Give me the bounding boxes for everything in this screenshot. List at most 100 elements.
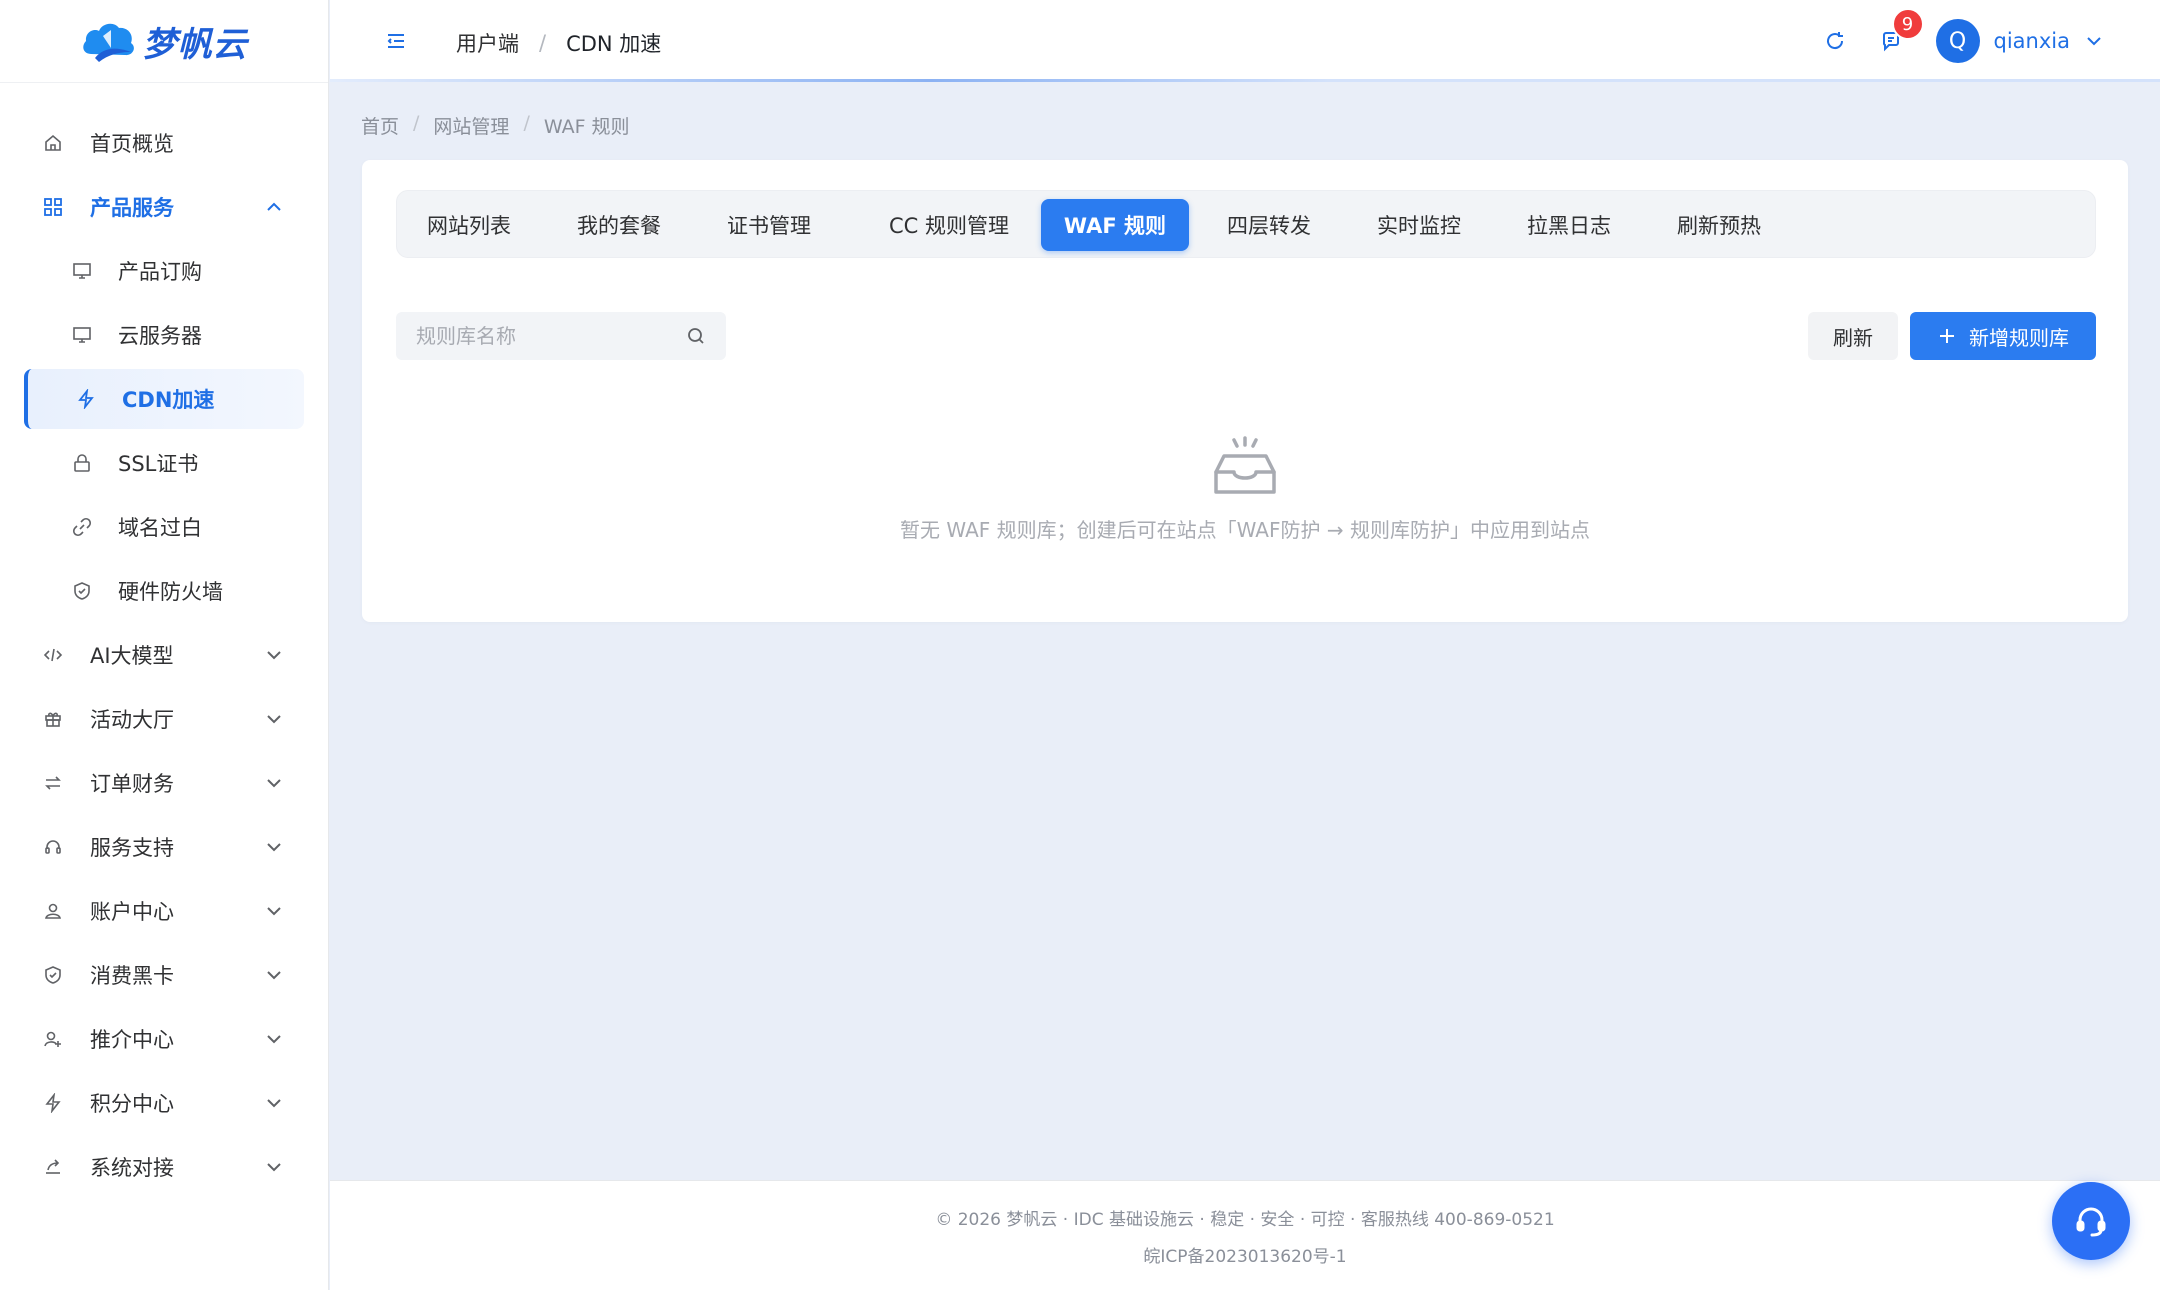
- sidebar: 梦帆云 首页概览 产品服务 产品订购 云服务器 CDN加速 SSL证书 域名过白…: [0, 0, 329, 1290]
- sidebar-item-label: 账户中心: [90, 900, 174, 924]
- header-breadcrumb: 用户端 / CDN 加速: [456, 28, 661, 58]
- chevron-down-icon: [267, 1035, 281, 1044]
- sidebar-item-firewall[interactable]: 硬件防火墙: [0, 559, 328, 623]
- tab-realtime-monitor[interactable]: 实时监控: [1365, 199, 1473, 251]
- bolt-icon: [76, 389, 96, 409]
- empty-state: 暂无 WAF 规则库；创建后可在站点「WAF防护 → 规则库防护」中应用到站点: [362, 436, 2128, 543]
- shield-icon: [42, 964, 64, 986]
- chevron-down-icon: [267, 907, 281, 916]
- search-icon[interactable]: [686, 326, 706, 346]
- footer-icp[interactable]: 皖ICP备2023013620号-1: [330, 1242, 2160, 1267]
- search-box: [396, 312, 726, 360]
- tab-site-list[interactable]: 网站列表: [415, 199, 523, 251]
- breadcrumb-item-site-management[interactable]: 网站管理: [433, 112, 509, 139]
- plus-icon: [1940, 329, 1954, 343]
- sidebar-item-cloud-server[interactable]: 云服务器: [0, 303, 328, 367]
- messages-button[interactable]: 9: [1878, 8, 1924, 54]
- sidebar-item-orders-finance[interactable]: 订单财务: [0, 751, 328, 815]
- monitor-icon: [72, 261, 92, 281]
- sidebar-item-label: 消费黑卡: [90, 964, 174, 988]
- tab-block-log[interactable]: 拉黑日志: [1515, 199, 1623, 251]
- sidebar-item-label: SSL证书: [118, 452, 199, 476]
- breadcrumb-separator: /: [413, 112, 420, 134]
- add-rule-library-label: 新增规则库: [1969, 325, 2069, 350]
- sidebar-item-label: 产品订购: [118, 260, 202, 284]
- sidebar-item-label: 域名过白: [118, 516, 202, 540]
- sidebar-item-ssl[interactable]: SSL证书: [0, 431, 328, 495]
- headset-icon: [2076, 1207, 2106, 1237]
- chevron-down-icon: [267, 651, 281, 660]
- page-breadcrumb: 首页 / 网站管理 / WAF 规则: [361, 112, 630, 139]
- share-icon: [42, 1156, 64, 1178]
- cloud-logo-icon: [82, 23, 134, 62]
- brand-name: 梦帆云: [142, 24, 248, 65]
- menu-collapse-icon[interactable]: [384, 29, 408, 53]
- content-card: 网站列表 我的套餐 证书管理 CC 规则管理 WAF 规则 四层转发 实时监控 …: [362, 160, 2128, 622]
- sidebar-item-label: 产品服务: [90, 196, 174, 220]
- sidebar-item-label: 积分中心: [90, 1092, 174, 1116]
- brand-logo[interactable]: 梦帆云: [0, 0, 328, 83]
- breadcrumb-separator: /: [523, 112, 530, 134]
- user-menu[interactable]: Q qianxia: [1935, 19, 2104, 63]
- sidebar-item-account[interactable]: 账户中心: [0, 879, 328, 943]
- refresh-button[interactable]: [1822, 28, 1848, 54]
- chevron-down-icon: [267, 971, 281, 980]
- chevron-down-icon: [267, 779, 281, 788]
- link-icon: [72, 517, 92, 537]
- code-icon: [42, 644, 64, 666]
- sidebar-item-cdn[interactable]: CDN加速: [24, 369, 304, 429]
- breadcrumb-item-home[interactable]: 首页: [361, 112, 399, 139]
- tab-certificates[interactable]: 证书管理: [715, 199, 823, 251]
- header-breadcrumb-item[interactable]: 用户端: [456, 28, 519, 58]
- sidebar-item-label: 首页概览: [90, 132, 174, 156]
- sidebar-item-label: CDN加速: [122, 388, 215, 412]
- chevron-down-icon: [267, 1163, 281, 1172]
- sidebar-item-product-services[interactable]: 产品服务: [0, 175, 328, 239]
- sidebar-item-referral[interactable]: 推介中心: [0, 1007, 328, 1071]
- tab-my-plans[interactable]: 我的套餐: [565, 199, 673, 251]
- footer: © 2026 梦帆云 · IDC 基础设施云 · 稳定 · 安全 · 可控 · …: [330, 1180, 2160, 1290]
- top-header: 用户端 / CDN 加速 9 Q qianxia: [330, 0, 2160, 82]
- grid-icon: [42, 196, 64, 218]
- add-rule-library-button[interactable]: 新增规则库: [1910, 312, 2096, 360]
- search-input[interactable]: [416, 324, 686, 348]
- sidebar-item-label: AI大模型: [90, 644, 174, 668]
- sidebar-item-events[interactable]: 活动大厅: [0, 687, 328, 751]
- sidebar-item-points[interactable]: 积分中心: [0, 1071, 328, 1135]
- sidebar-item-label: 硬件防火墙: [118, 580, 223, 604]
- username: qianxia: [1993, 29, 2070, 53]
- sidebar-item-product-order[interactable]: 产品订购: [0, 239, 328, 303]
- empty-inbox-icon: [1214, 436, 1276, 494]
- breadcrumb-separator: /: [539, 31, 547, 55]
- sidebar-item-support[interactable]: 服务支持: [0, 815, 328, 879]
- chevron-down-icon: [267, 1099, 281, 1108]
- header-breadcrumb-current: CDN 加速: [566, 32, 662, 56]
- tab-layer4-forward[interactable]: 四层转发: [1215, 199, 1323, 251]
- tab-waf-rules[interactable]: WAF 规则: [1041, 199, 1189, 251]
- tab-cc-rules[interactable]: CC 规则管理: [865, 199, 1033, 251]
- chevron-down-icon: [267, 715, 281, 724]
- shield-icon: [72, 581, 92, 601]
- loading-bar: [330, 79, 1330, 82]
- sidebar-item-integration[interactable]: 系统对接: [0, 1135, 328, 1199]
- sidebar-item-label: 推介中心: [90, 1028, 174, 1052]
- header-actions: 9 Q qianxia: [1822, 0, 2160, 82]
- customer-support-button[interactable]: [2052, 1182, 2130, 1260]
- sidebar-nav: 首页概览 产品服务 产品订购 云服务器 CDN加速 SSL证书 域名过白 硬件防…: [0, 83, 328, 1199]
- sidebar-item-ai-models[interactable]: AI大模型: [0, 623, 328, 687]
- sidebar-item-black-card[interactable]: 消费黑卡: [0, 943, 328, 1007]
- refresh-list-button[interactable]: 刷新: [1808, 312, 1898, 360]
- sidebar-item-label: 活动大厅: [90, 708, 174, 732]
- sidebar-item-home[interactable]: 首页概览: [0, 111, 328, 175]
- swap-icon: [42, 772, 64, 794]
- avatar: Q: [1935, 19, 1980, 63]
- user-icon: [42, 900, 64, 922]
- bolt-icon: [42, 1092, 64, 1114]
- tab-refresh-preheat[interactable]: 刷新预热: [1665, 199, 1773, 251]
- sidebar-item-label: 服务支持: [90, 836, 174, 860]
- sidebar-item-label: 订单财务: [90, 772, 174, 796]
- sidebar-item-label: 系统对接: [90, 1156, 174, 1180]
- sidebar-item-domain-whitelist[interactable]: 域名过白: [0, 495, 328, 559]
- breadcrumb-item-current: WAF 规则: [543, 116, 630, 138]
- chevron-down-icon: [2087, 37, 2101, 46]
